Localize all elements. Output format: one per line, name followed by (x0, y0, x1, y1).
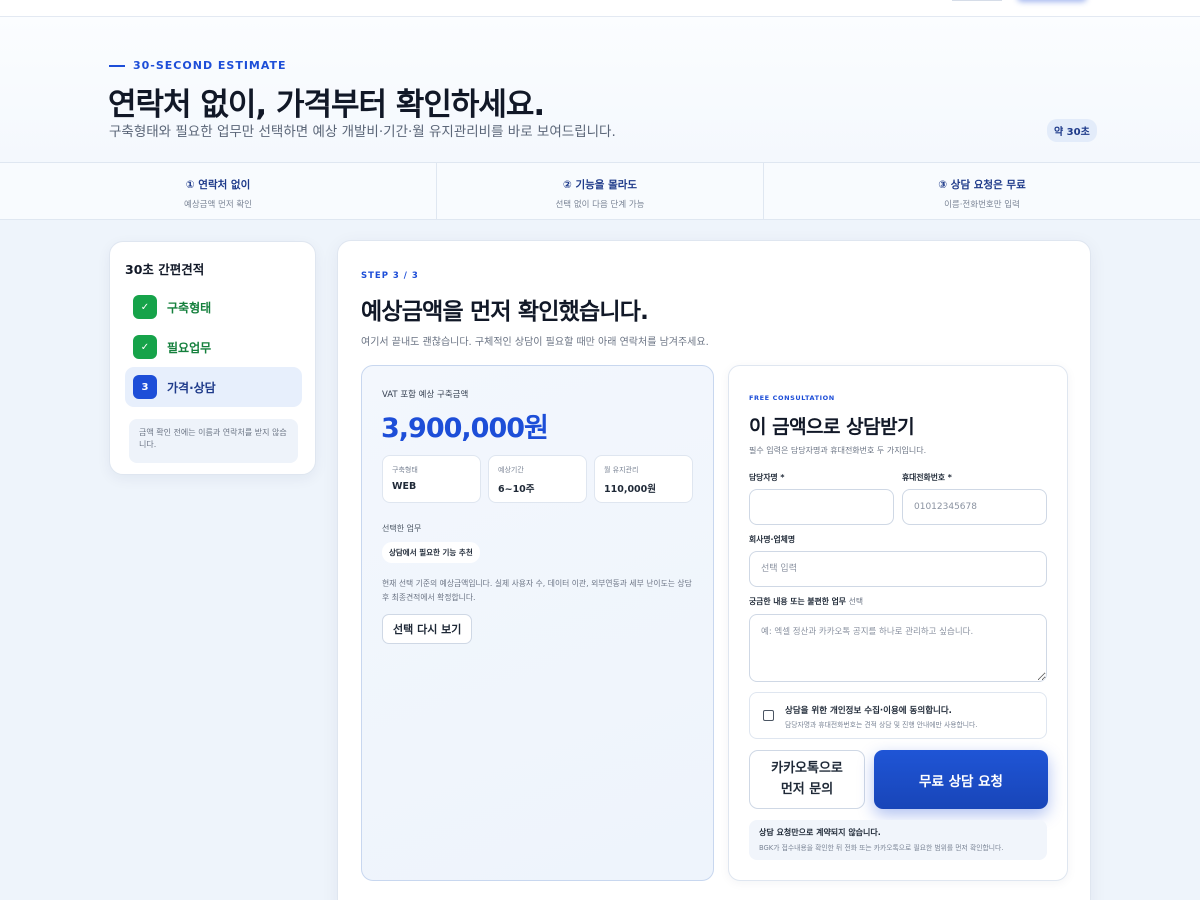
selected-tasks-label: 선택한 업무 (382, 524, 422, 533)
time-badge: 약 30초 (1047, 119, 1097, 142)
info-value: 6~10주 (498, 484, 535, 495)
company-input[interactable] (749, 551, 1047, 587)
sidebar-step-price-consult[interactable]: 3 가격·상담 (125, 367, 302, 407)
sidebar-note: 금액 확인 전에는 이름과 연락처를 받지 않습니다. (129, 419, 298, 463)
form-title: 이 금액으로 상담받기 (749, 416, 915, 438)
eyebrow-line-icon (109, 64, 125, 67)
benefit-item: ① 연락처 없이 예상금액 먼저 확인 (0, 163, 437, 219)
benefits-bar: ① 연락처 없이 예상금액 먼저 확인 ② 기능을 몰라도 선택 없이 다음 단… (0, 163, 1200, 220)
result-title: 예상금액을 먼저 확인했습니다. (361, 299, 649, 325)
top-navigation-bar (0, 0, 1200, 17)
step-indicator: STEP 3 / 3 (361, 271, 419, 281)
hero-eyebrow: 30-SECOND ESTIMATE (109, 59, 287, 72)
sidebar-step-label: 가격·상담 (167, 380, 216, 395)
nav-secondary-button[interactable] (952, 0, 1002, 1)
consultation-form: FREE CONSULTATION 이 금액으로 상담받기 필수 입력은 담당자… (728, 365, 1068, 881)
step-number-badge: 3 (133, 375, 157, 399)
info-build-type: 구축형태 WEB (382, 455, 481, 503)
consent-title: 상담을 위한 개인정보 수집·이용에 동의합니다. (785, 706, 952, 716)
estimate-progress-sidebar: 30초 간편견적 ✓ 구축형태 ✓ 필요업무 3 가격·상담 금액 확인 전에는… (109, 241, 316, 475)
sidebar-step-build-type[interactable]: ✓ 구축형태 (125, 287, 302, 327)
estimate-disclaimer: 현재 선택 기준의 예상금액입니다. 실제 사용자 수, 데이터 이관, 외부연… (382, 579, 692, 602)
hero-section: 30-SECOND ESTIMATE 연락처 없이, 가격부터 확인하세요. 구… (0, 17, 1200, 163)
form-eyebrow: FREE CONSULTATION (749, 394, 835, 402)
sidebar-title: 30초 간편견적 (125, 262, 205, 277)
sidebar-step-tasks[interactable]: ✓ 필요업무 (125, 327, 302, 367)
benefit-title: ① 연락처 없이 (185, 179, 251, 191)
question-textarea[interactable] (749, 614, 1047, 682)
benefit-subtitle: 이름·전화번호만 입력 (944, 200, 1020, 210)
form-subtitle: 필수 입력은 담당자명과 휴대전화번호 두 가지입니다. (749, 446, 927, 455)
page-subtitle: 구축형태와 필요한 업무만 선택하면 예상 개발비·기간·월 유지관리비를 바로… (109, 124, 616, 140)
estimate-amount: 3,900,000원 (381, 413, 549, 444)
kakao-inquiry-button[interactable]: 카카오톡으로 먼저 문의 (749, 750, 865, 809)
consent-subtext: 담당자명과 휴대전화번호는 견적 상담 및 진행 안내에만 사용합니다. (785, 721, 978, 729)
benefit-title: ③ 상담 요청은 무료 (938, 179, 1026, 191)
info-value: 110,000원 (604, 484, 657, 495)
company-label: 회사명·업체명 (749, 535, 796, 544)
info-duration: 예상기간 6~10주 (488, 455, 587, 503)
consent-box[interactable]: 상담을 위한 개인정보 수집·이용에 동의합니다. 담당자명과 휴대전화번호는 … (749, 692, 1047, 739)
info-key: 예상기간 (498, 466, 524, 474)
notice-title: 상담 요청만으로 계약되지 않습니다. (759, 828, 881, 837)
benefit-item: ② 기능을 몰라도 선택 없이 다음 단계 가능 (437, 163, 764, 219)
sidebar-step-label: 필요업무 (167, 340, 212, 355)
consent-checkbox[interactable] (763, 710, 774, 721)
estimate-panel: VAT 포함 예상 구축금액 3,900,000원 구축형태 WEB 예상기간 … (361, 365, 714, 881)
phone-label: 휴대전화번호 * (902, 473, 952, 482)
kakao-button-line1: 카카오톡으로 (771, 761, 843, 777)
name-input[interactable] (749, 489, 894, 525)
info-key: 월 유지관리 (604, 466, 639, 474)
name-label: 담당자명 * (749, 473, 785, 482)
benefit-item: ③ 상담 요청은 무료 이름·전화번호만 입력 (764, 163, 1200, 219)
eyebrow-text: 30-SECOND ESTIMATE (133, 59, 287, 72)
benefit-title: ② 기능을 몰라도 (562, 179, 638, 191)
reselect-button[interactable]: 선택 다시 보기 (382, 614, 473, 644)
phone-input[interactable] (902, 489, 1047, 525)
sidebar-step-label: 구축형태 (167, 300, 212, 315)
contract-notice: 상담 요청만으로 계약되지 않습니다. BGK가 접수내용을 확인한 뒤 전화 … (749, 820, 1047, 860)
check-icon: ✓ (133, 295, 157, 319)
result-subtitle: 여기서 끝내도 괜찮습니다. 구체적인 상담이 필요할 때만 아래 연락처를 남… (361, 337, 709, 348)
question-label-text: 궁금한 내용 또는 불편한 업무 (749, 597, 846, 606)
info-key: 구축형태 (392, 466, 418, 474)
info-maintenance: 월 유지관리 110,000원 (594, 455, 693, 503)
info-value: WEB (392, 481, 417, 492)
estimate-label: VAT 포함 예상 구축금액 (382, 390, 469, 400)
check-icon: ✓ (133, 335, 157, 359)
benefit-subtitle: 선택 없이 다음 단계 가능 (555, 200, 645, 210)
optional-tag: 선택 (848, 597, 864, 606)
kakao-button-line2: 먼저 문의 (780, 781, 834, 797)
question-label: 궁금한 내용 또는 불편한 업무 선택 (749, 596, 863, 607)
page-title: 연락처 없이, 가격부터 확인하세요. (108, 87, 545, 123)
selected-task-chip: 상담에서 필요한 기능 추천 (382, 542, 480, 563)
benefit-subtitle: 예상금액 먼저 확인 (184, 200, 252, 210)
notice-subtext: BGK가 접수내용을 확인한 뒤 전화 또는 카카오톡으로 필요한 범위를 먼저… (759, 844, 1004, 852)
estimate-result-card: STEP 3 / 3 예상금액을 먼저 확인했습니다. 여기서 끝내도 괜찮습니… (337, 240, 1091, 900)
submit-consultation-button[interactable]: 무료 상담 요청 (874, 750, 1048, 809)
